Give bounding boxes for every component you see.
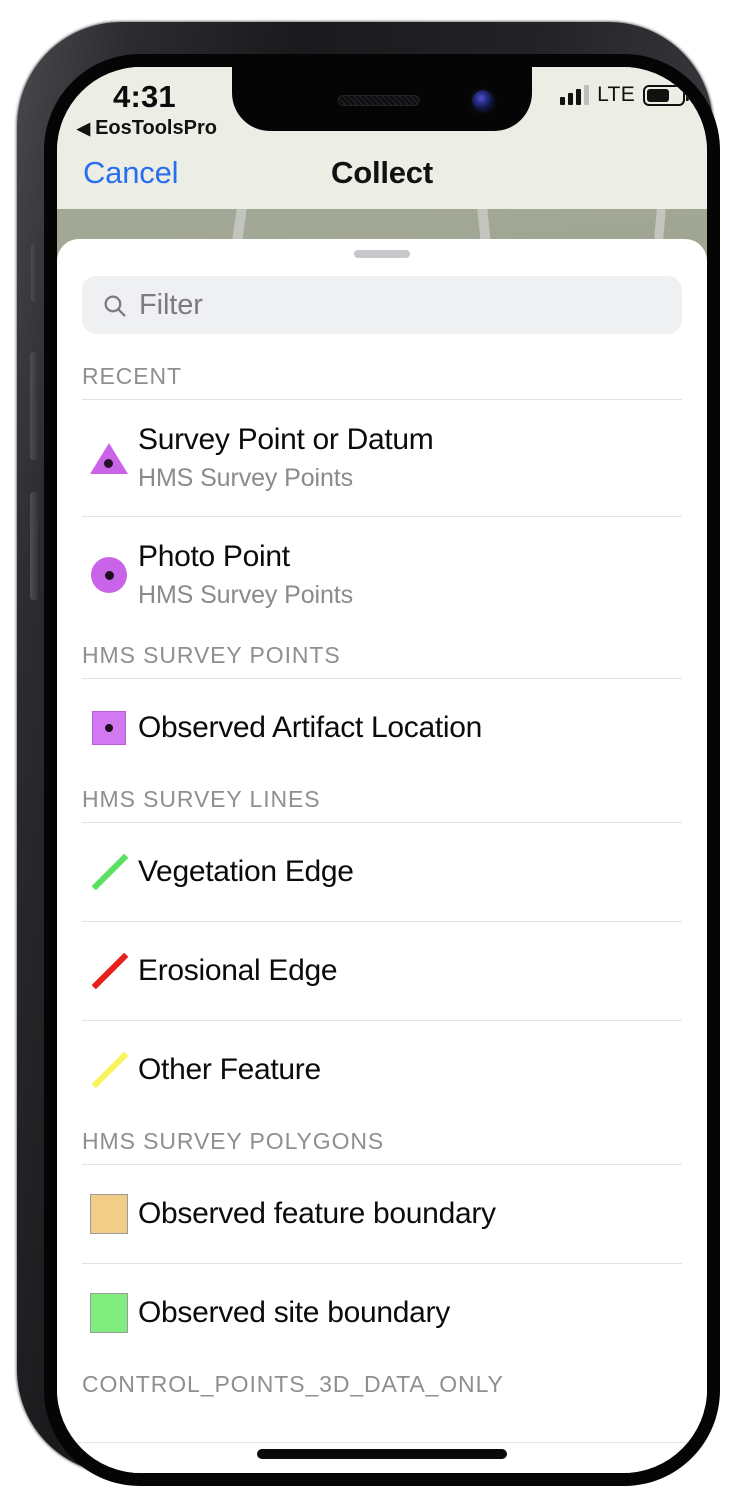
polygon-swatch-symbol (82, 1194, 136, 1234)
list-item[interactable]: Survey Point or Datum HMS Survey Points (57, 400, 707, 516)
list-item-text: Survey Point or Datum HMS Survey Points (138, 423, 434, 493)
mute-switch-button[interactable] (31, 244, 38, 302)
network-type-label: LTE (597, 83, 635, 106)
sheet-drag-handle[interactable] (354, 250, 410, 258)
status-indicators: LTE (560, 83, 689, 107)
list-item-title: Observed site boundary (138, 1296, 450, 1329)
cancel-button[interactable]: Cancel (83, 155, 178, 191)
section-header: HMS SURVEY POINTS (82, 642, 341, 668)
list-item-title: Vegetation Edge (138, 855, 354, 888)
list-item[interactable]: Erosional Edge (57, 922, 707, 1020)
section-header: HMS SURVEY POLYGONS (82, 1128, 385, 1154)
section-header: CONTROL_POINTS_3D_DATA_ONLY (82, 1371, 504, 1397)
line-symbol (82, 1051, 136, 1089)
list-item[interactable]: Observed Artifact Location (57, 679, 707, 777)
status-time: 4:31 (113, 79, 176, 114)
list-item-text: Erosional Edge (138, 954, 338, 988)
list-item-text: Photo Point HMS Survey Points (138, 540, 353, 610)
back-to-app-link[interactable]: ◀ EosToolsPro (77, 117, 217, 140)
triangle-point-symbol (82, 442, 136, 474)
battery-fill (647, 88, 670, 102)
collect-feature-list[interactable]: RECENT Survey Point or Datum HMS Survey Po… (57, 354, 707, 1407)
back-arrow-icon: ◀ (77, 119, 91, 138)
list-item-subtitle: HMS Survey Points (138, 581, 354, 609)
list-item-title: Observed Artifact Location (138, 711, 483, 744)
home-indicator[interactable] (257, 1449, 507, 1459)
battery-icon (643, 84, 689, 106)
circle-point-symbol (82, 557, 136, 593)
search-icon (104, 295, 126, 317)
list-item-title: Other Feature (138, 1053, 321, 1086)
list-item-text: Other Feature (138, 1053, 321, 1087)
filter-input[interactable]: Filter (139, 289, 203, 322)
navigation-bar: Collect Cancel (57, 137, 707, 209)
list-item-title: Survey Point or Datum (138, 423, 434, 456)
line-stroke (91, 1051, 129, 1089)
list-item-title: Photo Point (138, 540, 290, 573)
sheet-bottom-divider (57, 1442, 707, 1443)
device-notch (232, 67, 532, 131)
list-item-text: Observed site boundary (138, 1296, 450, 1330)
list-item-title: Observed feature boundary (138, 1197, 496, 1230)
list-item-title: Erosional Edge (138, 954, 338, 987)
list-item[interactable]: Observed site boundary (57, 1264, 707, 1362)
front-camera-icon (472, 90, 494, 112)
collect-bottom-sheet: Filter RECENT Survey Point or Datum HMS Su… (57, 239, 707, 1473)
line-symbol (82, 952, 136, 990)
filter-input-container[interactable]: Filter (82, 276, 682, 334)
list-item-text: Observed Artifact Location (138, 711, 482, 745)
phone-screen: 4:31 LTE ◀ EosToolsPro Collect Cancel Fi… (57, 67, 707, 1473)
line-stroke (91, 952, 129, 990)
square-point-symbol (82, 711, 136, 745)
polygon-swatch-symbol (82, 1293, 136, 1333)
volume-down-button[interactable] (30, 492, 38, 600)
line-stroke (91, 853, 129, 891)
back-app-label: EosToolsPro (95, 117, 217, 139)
volume-up-button[interactable] (30, 352, 38, 460)
list-item[interactable]: Other Feature (57, 1021, 707, 1119)
speaker-grille-icon (337, 95, 420, 106)
section-header: RECENT (82, 363, 182, 389)
signal-bars-icon (560, 85, 590, 105)
list-item[interactable]: Photo Point HMS Survey Points (57, 517, 707, 633)
line-symbol (82, 853, 136, 891)
list-item[interactable]: Vegetation Edge (57, 823, 707, 921)
section-header: HMS SURVEY LINES (82, 786, 321, 812)
list-item-text: Observed feature boundary (138, 1197, 496, 1231)
list-item-text: Vegetation Edge (138, 855, 354, 889)
list-item[interactable]: Observed feature boundary (57, 1165, 707, 1263)
list-item-subtitle: HMS Survey Points (138, 464, 354, 492)
phone-frame: 4:31 LTE ◀ EosToolsPro Collect Cancel Fi… (17, 22, 720, 1486)
